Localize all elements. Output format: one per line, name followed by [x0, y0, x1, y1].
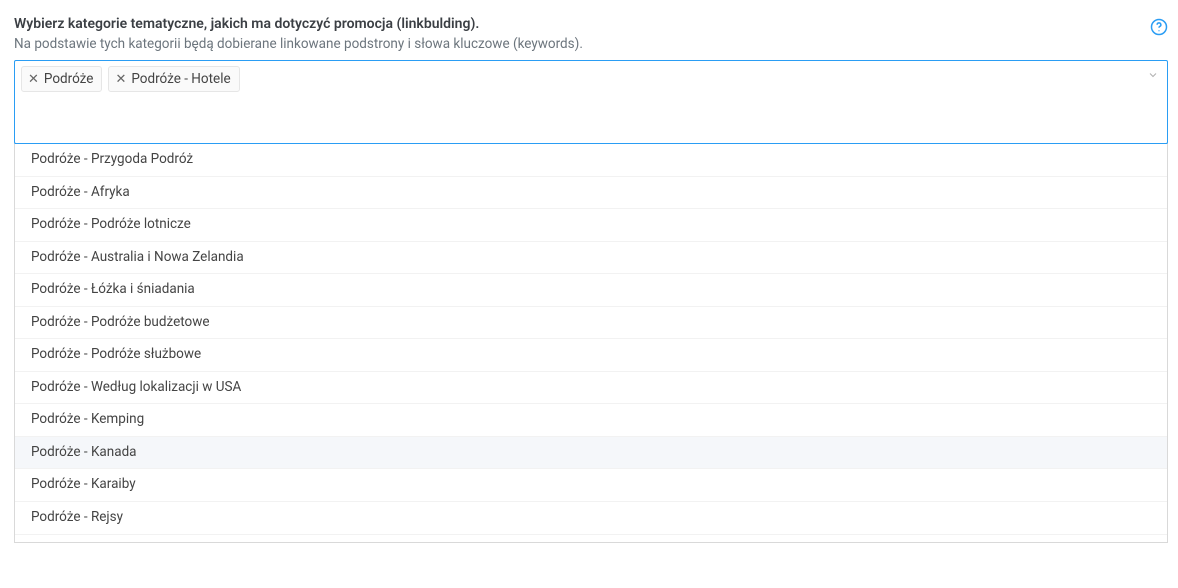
option-item[interactable]: Podróże - Łóżka i śniadania	[15, 274, 1167, 307]
option-item[interactable]: Podróże - Europa Wschodnia	[15, 535, 1167, 542]
page-title: Wybierz kategorie tematyczne, jakich ma …	[14, 16, 1150, 32]
option-item[interactable]: Podróże - Afryka	[15, 177, 1167, 210]
option-item[interactable]: Podróże - Kanada	[15, 437, 1167, 470]
options-scroll[interactable]: Podróże - Przygoda PodróżPodróże - Afryk…	[15, 144, 1167, 542]
option-item[interactable]: Podróże - Australia i Nowa Zelandia	[15, 242, 1167, 275]
chip-podroze-hotele[interactable]: ✕ Podróże - Hotele	[108, 66, 239, 92]
dropdown-panel: Podróże - Przygoda PodróżPodróże - Afryk…	[14, 143, 1168, 543]
header-row: Wybierz kategorie tematyczne, jakich ma …	[14, 16, 1168, 52]
option-item[interactable]: Podróże - Podróże lotnicze	[15, 209, 1167, 242]
chip-label: Podróże	[44, 71, 94, 87]
chip-label: Podróże - Hotele	[131, 71, 230, 87]
category-multiselect[interactable]: ✕ Podróże ✕ Podróże - Hotele	[14, 60, 1168, 144]
close-icon[interactable]: ✕	[28, 73, 39, 86]
option-item[interactable]: Podróże - Podróże budżetowe	[15, 307, 1167, 340]
option-item[interactable]: Podróże - Przygoda Podróż	[15, 144, 1167, 177]
header-text: Wybierz kategorie tematyczne, jakich ma …	[14, 16, 1150, 52]
page-subtitle: Na podstawie tych kategorii będą dobiera…	[14, 36, 1150, 52]
chip-podroze[interactable]: ✕ Podróże	[21, 66, 102, 92]
option-item[interactable]: Podróże - Karaiby	[15, 469, 1167, 502]
selected-chips: ✕ Podróże ✕ Podróże - Hotele	[21, 66, 1139, 92]
option-item[interactable]: Podróże - Kemping	[15, 404, 1167, 437]
help-icon[interactable]	[1150, 18, 1168, 36]
chevron-down-icon[interactable]	[1147, 69, 1159, 85]
option-item[interactable]: Podróże - Według lokalizacji w USA	[15, 372, 1167, 405]
option-item[interactable]: Podróże - Podróże służbowe	[15, 339, 1167, 372]
option-item[interactable]: Podróże - Rejsy	[15, 502, 1167, 535]
close-icon[interactable]: ✕	[115, 73, 126, 86]
